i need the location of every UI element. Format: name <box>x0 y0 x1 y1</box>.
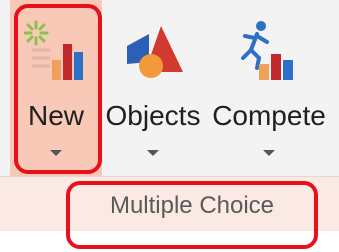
new-button-label: New <box>27 100 84 131</box>
objects-button-label: Objects <box>105 100 201 131</box>
chevron-down-icon <box>263 150 275 156</box>
ribbon: New Objects Compete Multiple Choice <box>0 0 339 252</box>
shapes-icon <box>121 20 185 87</box>
chevron-down-icon <box>50 150 62 156</box>
objects-button[interactable]: Objects <box>104 0 202 176</box>
compete-button[interactable]: Compete <box>204 0 334 176</box>
multiple-choice-item[interactable]: Multiple Choice <box>68 186 316 226</box>
chevron-down-icon <box>147 150 159 156</box>
new-button[interactable]: New <box>10 0 102 176</box>
compete-button-label: Compete <box>212 100 326 131</box>
runner-chart-icon <box>237 20 301 87</box>
new-chart-icon <box>23 20 88 87</box>
